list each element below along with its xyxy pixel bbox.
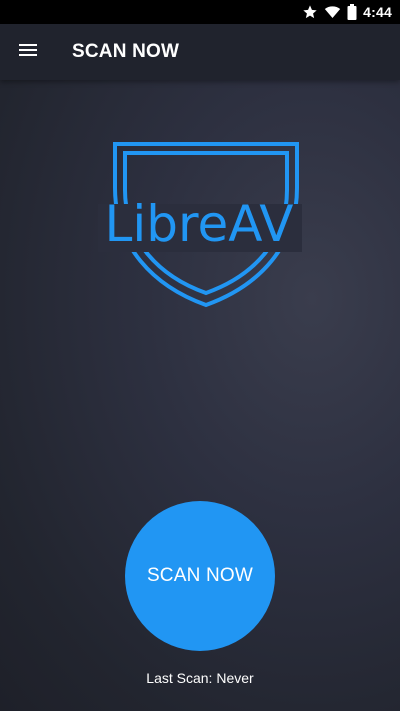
star-icon — [302, 4, 318, 20]
app-logo: LibreAV — [94, 136, 306, 312]
scan-now-button[interactable]: SCAN NOW — [125, 501, 275, 651]
app-screen: 4:44 SCAN NOW LibreAV SCAN NOW Last Scan… — [0, 0, 400, 711]
last-scan-status: Last Scan: Never — [146, 670, 254, 686]
status-icons: 4:44 — [302, 0, 392, 24]
menu-icon — [18, 42, 38, 63]
wifi-icon — [324, 4, 341, 20]
app-bar: SCAN NOW — [0, 24, 400, 80]
scan-now-label: SCAN NOW — [146, 565, 254, 586]
battery-icon — [347, 4, 357, 20]
page-title: SCAN NOW — [72, 41, 180, 62]
menu-button[interactable] — [8, 32, 48, 72]
logo-text: LibreAV — [105, 195, 294, 253]
status-time: 4:44 — [363, 4, 392, 20]
status-bar: 4:44 — [0, 0, 400, 24]
